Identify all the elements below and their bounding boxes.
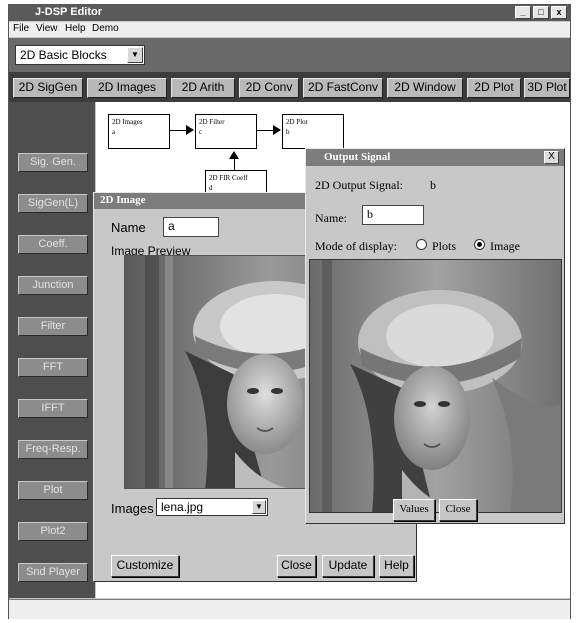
block-palette: Sig. Gen. SigGen(L) Coeff. Junction Filt… xyxy=(9,102,95,598)
arrow-right-icon xyxy=(273,125,281,135)
palette-ifft[interactable]: IFFT xyxy=(18,399,88,418)
title-bar: J-DSP Editor _ □ x xyxy=(9,5,570,21)
output-dialog-title: Output Signal xyxy=(306,149,564,166)
palette-siggen-l[interactable]: SigGen(L) xyxy=(18,194,88,213)
menu-help[interactable]: Help xyxy=(65,23,86,34)
block-2d-filter[interactable]: 2D Filter c xyxy=(195,114,257,149)
status-bar xyxy=(9,599,570,619)
radio-plots[interactable] xyxy=(416,239,427,250)
tab-2d-arith[interactable]: 2D Arith xyxy=(171,78,235,98)
radio-image[interactable] xyxy=(474,239,485,250)
image-close-button[interactable]: Close xyxy=(277,555,316,577)
palette-sig-gen[interactable]: Sig. Gen. xyxy=(18,153,88,172)
arrow-up-icon xyxy=(229,151,239,159)
images-select[interactable]: lena.jpg ▼ xyxy=(156,498,268,516)
block-title: 2D Images xyxy=(112,118,143,126)
update-button[interactable]: Update xyxy=(322,555,374,577)
output-name-field[interactable]: b xyxy=(362,205,424,225)
tab-2d-siggen[interactable]: 2D SigGen xyxy=(13,78,83,98)
display-mode-label: Mode of display: xyxy=(315,239,397,253)
palette-freq-resp[interactable]: Freq-Resp. xyxy=(18,440,88,459)
output-close-button[interactable]: Close xyxy=(439,499,477,521)
images-label: Images xyxy=(111,501,154,516)
values-button[interactable]: Values xyxy=(393,499,435,521)
window-controls: _ □ x xyxy=(515,6,567,19)
block-name: a xyxy=(112,128,116,136)
menu-file[interactable]: File xyxy=(13,23,29,34)
palette-snd-player[interactable]: Snd Player xyxy=(18,563,88,582)
palette-coeff[interactable]: Coeff. xyxy=(18,235,88,254)
block-name: b xyxy=(286,128,290,136)
close-icon[interactable]: X xyxy=(544,151,559,164)
block-category-select[interactable]: 2D Basic Blocks ▼ xyxy=(15,45,145,65)
palette-filter[interactable]: Filter xyxy=(18,317,88,336)
images-selected-value: lena.jpg xyxy=(161,500,204,514)
close-window-button[interactable]: x xyxy=(551,6,567,19)
block-category-bar: 2D Basic Blocks ▼ xyxy=(9,38,570,72)
customize-button[interactable]: Customize xyxy=(111,555,179,577)
tab-3d-plot[interactable]: 3D Plot xyxy=(524,78,570,98)
palette-plot2[interactable]: Plot2 xyxy=(18,522,88,541)
menu-demo[interactable]: Demo xyxy=(92,23,119,34)
palette-junction[interactable]: Junction xyxy=(18,276,88,295)
minimize-button[interactable]: _ xyxy=(515,6,531,19)
output-signal-dialog: Output Signal X 2D Output Signal: b Name… xyxy=(305,148,565,524)
tab-2d-images[interactable]: 2D Images xyxy=(87,78,167,98)
radio-plots-label[interactable]: Plots xyxy=(432,239,456,254)
block-tabs: 2D SigGen 2D Images 2D Arith 2D Conv 2D … xyxy=(9,72,570,102)
block-title: 2D FIR Coeff xyxy=(209,174,248,182)
chevron-down-icon[interactable]: ▼ xyxy=(127,47,143,63)
output-signal-value: b xyxy=(430,178,436,192)
block-2d-plot[interactable]: 2D Plot b xyxy=(282,114,344,149)
block-2d-images[interactable]: 2D Images a xyxy=(108,114,170,149)
tab-2d-plot[interactable]: 2D Plot xyxy=(467,78,521,98)
help-button[interactable]: Help xyxy=(379,555,414,577)
connection-line xyxy=(234,157,235,171)
output-name-label: Name: xyxy=(315,211,347,225)
palette-plot[interactable]: Plot xyxy=(18,481,88,500)
chevron-down-icon[interactable]: ▼ xyxy=(252,500,266,514)
image-name-field[interactable]: a xyxy=(163,217,219,237)
palette-fft[interactable]: FFT xyxy=(18,358,88,377)
output-signal-label: 2D Output Signal: xyxy=(315,178,404,192)
menu-view[interactable]: View xyxy=(36,23,58,34)
output-image-display xyxy=(309,259,562,513)
block-category-value: 2D Basic Blocks xyxy=(20,48,107,62)
block-title: 2D Plot xyxy=(286,118,308,126)
image-name-label: Name xyxy=(111,220,146,235)
arrow-right-icon xyxy=(186,125,194,135)
tab-2d-window[interactable]: 2D Window xyxy=(387,78,463,98)
tab-2d-conv[interactable]: 2D Conv xyxy=(239,78,299,98)
block-name: c xyxy=(199,128,203,136)
maximize-button[interactable]: □ xyxy=(533,6,549,19)
window-title: J-DSP Editor xyxy=(35,6,103,18)
block-title: 2D Filter xyxy=(199,118,225,126)
tab-2d-fastconv[interactable]: 2D FastConv xyxy=(303,78,383,98)
menu-bar: File View Help Demo xyxy=(9,22,570,37)
radio-image-label[interactable]: Image xyxy=(490,239,520,254)
